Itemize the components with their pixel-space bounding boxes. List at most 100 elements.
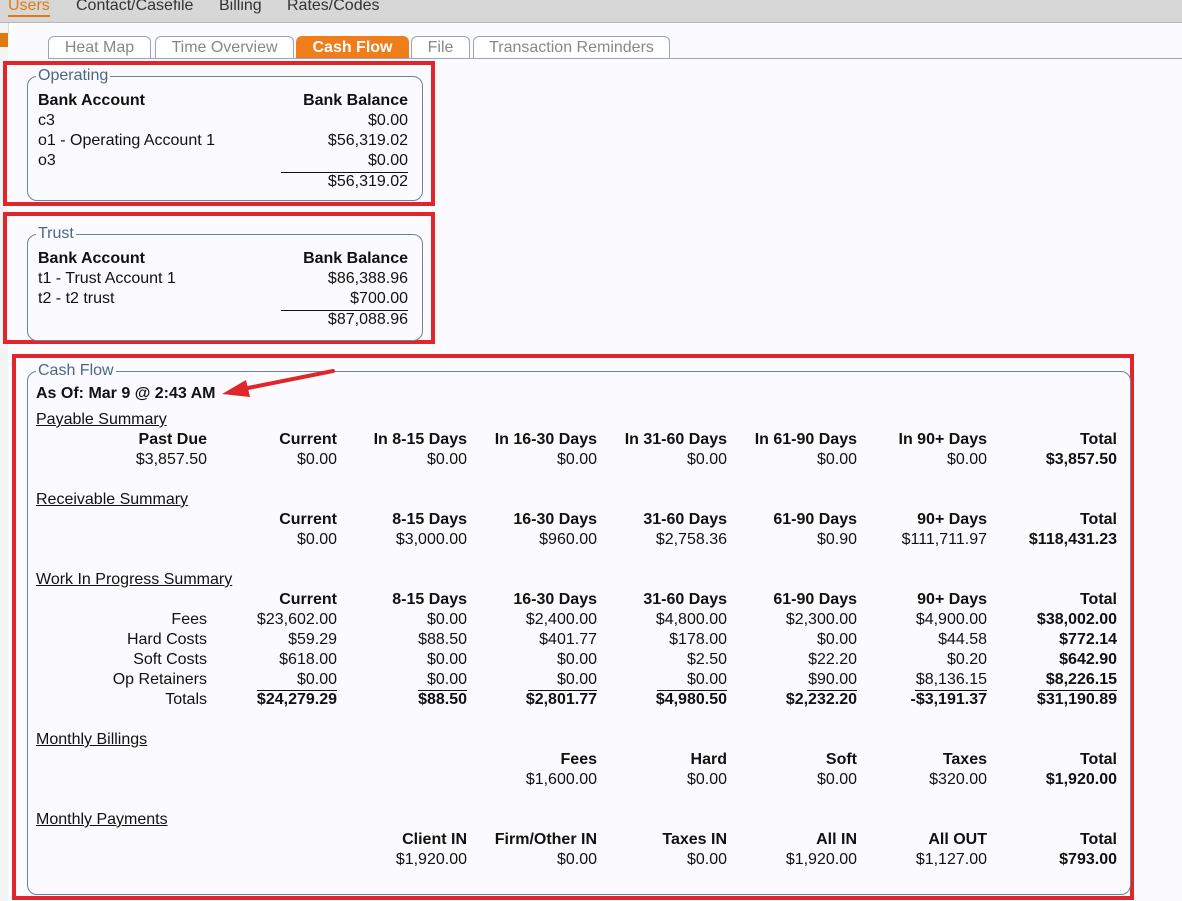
payments-header: All IN bbox=[816, 831, 857, 848]
trust-account-balance: $700.00 bbox=[350, 290, 408, 307]
receivable-header: Current bbox=[279, 511, 337, 528]
wip-value: $22.20 bbox=[808, 651, 857, 668]
wip-value: $618.00 bbox=[279, 651, 337, 668]
payable-header: In 90+ Days bbox=[898, 431, 988, 448]
wip-row-total: $642.90 bbox=[1059, 651, 1117, 668]
operating-account-name: o3 bbox=[38, 152, 56, 169]
receivable-value: $2,758.36 bbox=[655, 531, 727, 548]
payments-header: Client IN bbox=[402, 831, 467, 848]
payable-header: Total bbox=[1079, 431, 1117, 448]
billings-header: Total bbox=[1079, 751, 1117, 768]
monthly-billings-title: Monthly Billings bbox=[36, 731, 148, 748]
wip-value: $88.50 bbox=[418, 631, 467, 648]
payments-value: $1,920.00 bbox=[785, 851, 857, 868]
wip-value: $0.00 bbox=[426, 611, 467, 628]
receivable-header: 8-15 Days bbox=[392, 511, 467, 528]
payable-header: In 16-30 Days bbox=[494, 431, 597, 448]
receivable-total: $118,431.23 bbox=[1028, 531, 1117, 548]
billings-header: Hard bbox=[690, 751, 727, 768]
wip-summary-title: Work In Progress Summary bbox=[36, 571, 233, 588]
payments-value: $0.00 bbox=[556, 851, 597, 868]
payable-value: $0.00 bbox=[426, 451, 467, 468]
wip-row-total: $772.14 bbox=[1059, 631, 1117, 648]
wip-total-value: $2,232.20 bbox=[785, 691, 857, 708]
wip-value: $0.00 bbox=[426, 651, 467, 668]
receivable-value: $111,711.97 bbox=[901, 531, 987, 548]
wip-value: $0.00 bbox=[426, 671, 467, 688]
tab-transaction-reminders[interactable]: Transaction Reminders bbox=[473, 36, 670, 58]
trust-col-account: Bank Account bbox=[38, 250, 145, 267]
nav-users[interactable]: Users bbox=[8, 0, 50, 17]
tab-time-overview[interactable]: Time Overview bbox=[155, 36, 294, 58]
wip-value: $0.00 bbox=[556, 671, 597, 688]
operating-account-balance: $0.00 bbox=[367, 112, 408, 129]
nav-billing[interactable]: Billing bbox=[219, 0, 262, 15]
payable-value: $0.00 bbox=[946, 451, 987, 468]
billings-value: $0.00 bbox=[686, 771, 727, 788]
operating-account-name: c3 bbox=[38, 112, 55, 129]
billings-value: $320.00 bbox=[929, 771, 987, 788]
payable-value: $0.00 bbox=[556, 451, 597, 468]
operating-col-balance: Bank Balance bbox=[303, 92, 408, 109]
wip-header: 61-90 Days bbox=[773, 591, 857, 608]
wip-value: $178.00 bbox=[669, 631, 727, 648]
tab-file[interactable]: File bbox=[411, 36, 470, 58]
payable-summary-title: Payable Summary bbox=[36, 411, 167, 428]
annotation-arrow-icon bbox=[222, 369, 335, 397]
wip-value: $90.00 bbox=[808, 671, 857, 688]
wip-value: $0.20 bbox=[946, 651, 987, 668]
wip-header: 8-15 Days bbox=[392, 591, 467, 608]
payable-header: Past Due bbox=[138, 431, 207, 448]
wip-header: 16-30 Days bbox=[513, 591, 597, 608]
wip-row-label: Op Retainers bbox=[112, 671, 207, 688]
wip-value: $401.77 bbox=[539, 631, 597, 648]
sidebar-accent bbox=[0, 33, 8, 47]
receivable-value: $0.00 bbox=[296, 531, 337, 548]
wip-value: $0.00 bbox=[556, 651, 597, 668]
payable-header: In 31-60 Days bbox=[624, 431, 727, 448]
payments-total: $793.00 bbox=[1059, 851, 1117, 868]
billings-value: $0.00 bbox=[816, 771, 857, 788]
wip-header: 90+ Days bbox=[917, 591, 987, 608]
receivable-header: 31-60 Days bbox=[643, 511, 727, 528]
wip-value: $2,400.00 bbox=[525, 611, 597, 628]
tabs-baseline bbox=[48, 58, 1182, 59]
wip-row-label: Soft Costs bbox=[133, 651, 207, 668]
wip-value: $4,900.00 bbox=[915, 611, 987, 628]
cashflow-legend: Cash Flow bbox=[36, 362, 116, 380]
receivable-value: $0.90 bbox=[816, 531, 857, 548]
billings-header: Taxes bbox=[942, 751, 987, 768]
tab-heat-map[interactable]: Heat Map bbox=[48, 36, 151, 58]
operating-account-balance: $56,319.02 bbox=[327, 132, 408, 149]
wip-total-value: $24,279.29 bbox=[256, 691, 337, 708]
payable-value: $0.00 bbox=[816, 451, 857, 468]
tab-cash-flow[interactable]: Cash Flow bbox=[296, 36, 409, 58]
payments-header: Taxes IN bbox=[662, 831, 727, 848]
receivable-header: 16-30 Days bbox=[513, 511, 597, 528]
wip-total-value: $4,980.50 bbox=[655, 691, 727, 708]
wip-value: $0.00 bbox=[816, 631, 857, 648]
receivable-value: $3,000.00 bbox=[395, 531, 467, 548]
trust-col-balance: Bank Balance bbox=[303, 250, 408, 267]
wip-row-total: $38,002.00 bbox=[1036, 611, 1117, 628]
wip-row-total: $8,226.15 bbox=[1045, 671, 1117, 688]
payments-value: $0.00 bbox=[686, 851, 727, 868]
nav-rates-codes[interactable]: Rates/Codes bbox=[287, 0, 380, 15]
nav-contact-casefile[interactable]: Contact/Casefile bbox=[76, 0, 193, 15]
payments-value: $1,920.00 bbox=[395, 851, 467, 868]
operating-total: $56,319.02 bbox=[327, 173, 408, 190]
wip-totals-label: Totals bbox=[165, 691, 207, 708]
wip-value: $44.58 bbox=[938, 631, 987, 648]
wip-value: $8,136.15 bbox=[915, 671, 987, 688]
wip-header: 31-60 Days bbox=[643, 591, 727, 608]
wip-row-label: Hard Costs bbox=[126, 631, 207, 648]
wip-value: $2,300.00 bbox=[785, 611, 857, 628]
billings-header: Fees bbox=[560, 751, 597, 768]
payable-header: In 8-15 Days bbox=[373, 431, 467, 448]
wip-total-value: -$3,191.37 bbox=[910, 691, 987, 708]
payable-header: In 61-90 Days bbox=[754, 431, 857, 448]
operating-col-account: Bank Account bbox=[38, 92, 145, 109]
wip-value: $59.29 bbox=[288, 631, 337, 648]
wip-value: $0.00 bbox=[686, 671, 727, 688]
trust-legend: Trust bbox=[36, 225, 76, 243]
